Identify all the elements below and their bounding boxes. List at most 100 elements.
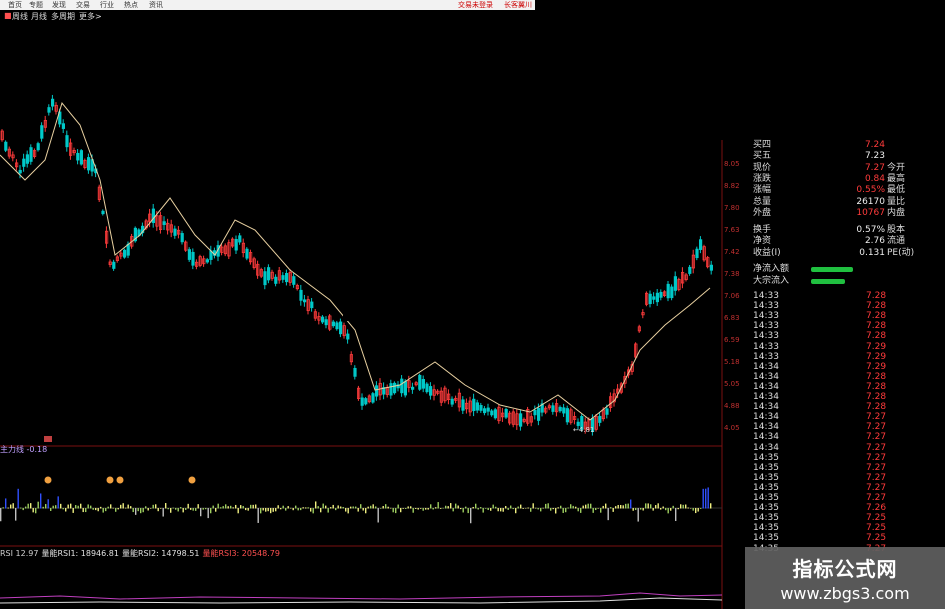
- candle: [11, 151, 15, 162]
- indicator-bar: [460, 508, 462, 510]
- indicator-bar: [40, 493, 42, 509]
- indicator-bar: [182, 508, 184, 513]
- indicator-bar: [165, 503, 167, 509]
- indicator-bar: [265, 508, 267, 512]
- indicator-bar: [207, 508, 209, 519]
- indicator-bar: [612, 508, 614, 512]
- indicator-bar: [130, 506, 132, 509]
- indicator-bar: [172, 507, 174, 509]
- candle: [65, 130, 69, 152]
- candle: [162, 216, 166, 230]
- candle: [497, 404, 501, 424]
- rsi-label-2: 量能RSI2: 14798.51: [121, 549, 200, 558]
- indicator-bar: [432, 508, 434, 510]
- trade-price: 7.28: [866, 381, 887, 392]
- quote-value: 7.23: [864, 151, 885, 162]
- indicator-bar: [142, 508, 144, 513]
- indicator-bar: [605, 503, 607, 509]
- indicator-bar: [422, 508, 424, 511]
- trade-time: 14:34: [753, 432, 779, 443]
- indicator-bar: [22, 508, 24, 511]
- candle: [212, 247, 217, 259]
- candle: [245, 247, 249, 261]
- candle: [598, 412, 602, 427]
- indicator-bar: [700, 508, 702, 509]
- indicator-bar: [335, 508, 337, 511]
- trade-time: 14:34: [753, 392, 779, 402]
- indicator-bar: [110, 504, 112, 509]
- candle: [33, 148, 37, 159]
- indicator-bar: [92, 508, 94, 510]
- indicator-bar: [382, 506, 384, 509]
- quote-row: 外盘 10767 内盘: [751, 208, 945, 219]
- indicator-bar: [45, 504, 47, 509]
- trade-row: 14:34 7.28: [751, 372, 945, 382]
- price-tick: 7.06: [724, 292, 740, 300]
- candle: [666, 281, 670, 302]
- flow-row: 大宗流入: [751, 276, 945, 287]
- trade-time: 14:35: [753, 452, 779, 463]
- indicator-bar: [607, 508, 609, 521]
- indicator-bar: [162, 508, 164, 517]
- indicator-bar: [227, 506, 229, 509]
- indicator-bar: [215, 508, 217, 512]
- candle: [223, 243, 227, 257]
- candle: [385, 384, 390, 398]
- candle: [457, 388, 462, 412]
- indicator-bar: [135, 508, 137, 515]
- indicator-bar: [310, 508, 312, 512]
- price-tick: 8.05: [724, 160, 740, 168]
- indicator-bar: [670, 508, 672, 511]
- quote-label: 收益(I): [753, 247, 781, 258]
- indicator-bar: [387, 506, 389, 509]
- quote-row: 净资 2.76 流通: [751, 236, 945, 247]
- indicator-bar: [512, 508, 514, 510]
- candle: [392, 381, 397, 395]
- candle: [673, 271, 678, 296]
- indicator-bar: [495, 506, 497, 509]
- indicator-bar: [185, 508, 187, 510]
- candle: [565, 405, 570, 425]
- indicator-bar: [120, 504, 122, 509]
- indicator-bar: [680, 504, 682, 509]
- indicator-bar: [307, 507, 309, 509]
- candle: [263, 267, 267, 290]
- indicator-bar: [285, 508, 287, 511]
- indicator-bar: [675, 508, 677, 522]
- trade-time: 14:33: [753, 331, 779, 342]
- candle: [562, 403, 566, 417]
- indicator-bar: [372, 504, 374, 509]
- quote-row: 现价 7.27 今开: [751, 163, 945, 174]
- candle: [320, 315, 325, 324]
- indicator-bar: [210, 508, 212, 514]
- indicator-bar: [85, 508, 87, 513]
- flow-label: 大宗流入: [753, 276, 790, 286]
- watermark-title: 指标公式网: [792, 557, 898, 581]
- candle: [439, 387, 444, 407]
- candle: [346, 329, 350, 344]
- indicator-bar: [100, 506, 102, 509]
- event-flag-icon: [44, 436, 52, 442]
- indicator-bar: [212, 505, 214, 509]
- candle: [652, 292, 656, 304]
- indicator-bar: [262, 508, 264, 511]
- flow-bar: [811, 279, 845, 284]
- indicator-bar: [632, 508, 634, 511]
- candle: [371, 392, 375, 404]
- indicator-bar: [490, 508, 492, 511]
- candle: [428, 382, 433, 400]
- candle: [425, 382, 429, 394]
- indicator-bar: [710, 503, 712, 509]
- indicator-bar: [25, 506, 27, 509]
- signal-marker-icon: [188, 476, 196, 484]
- indicator-bar: [330, 507, 332, 509]
- indicator-bar: [417, 508, 419, 510]
- indicator-bar: [475, 503, 477, 509]
- candle: [533, 405, 537, 420]
- candle: [83, 158, 87, 170]
- indicator-bar: [565, 508, 567, 513]
- indicator-bar: [315, 501, 317, 509]
- candle: [112, 259, 116, 271]
- indicator-bar: [692, 508, 694, 511]
- candle: [695, 246, 699, 261]
